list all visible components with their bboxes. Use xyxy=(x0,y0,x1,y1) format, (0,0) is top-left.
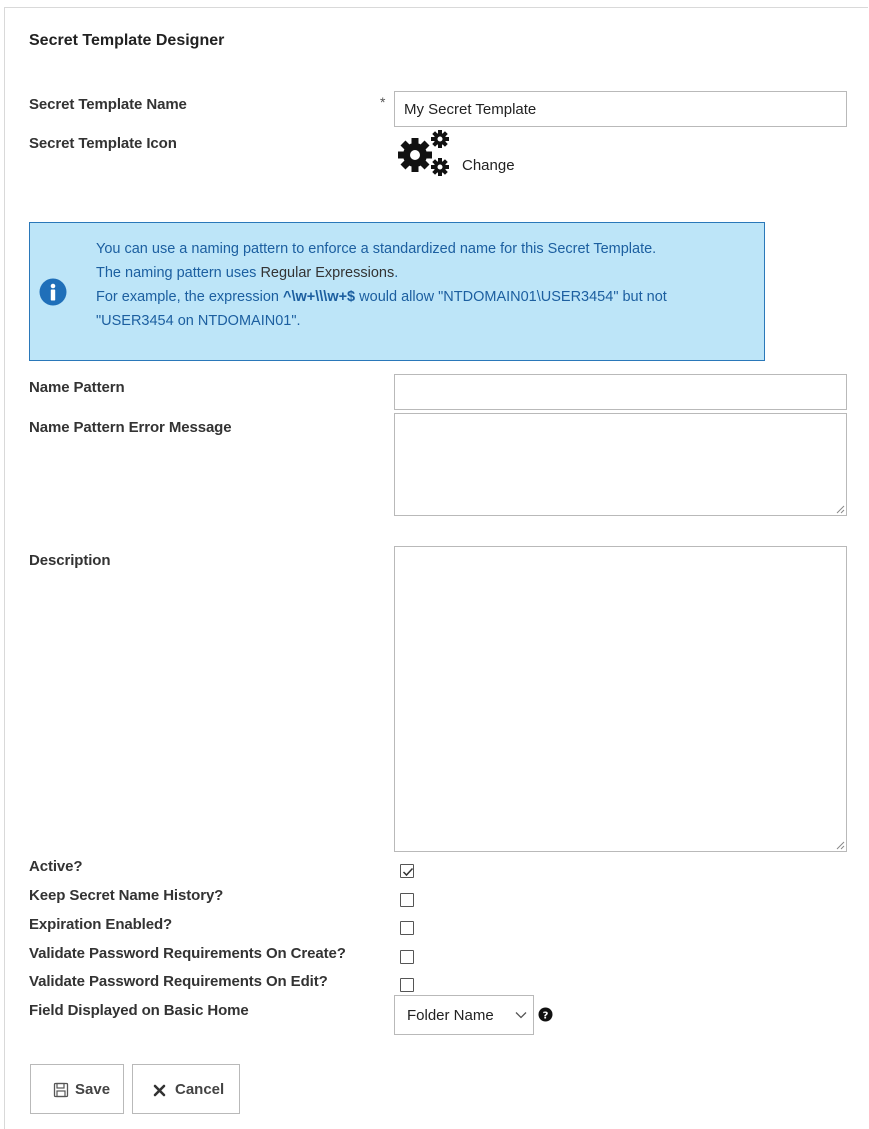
panel-left-border xyxy=(4,7,5,1129)
template-icon-label: Secret Template Icon xyxy=(29,135,177,152)
validate-on-edit-label: Validate Password Requirements On Edit? xyxy=(29,973,328,990)
naming-pattern-info-box: You can use a naming pattern to enforce … xyxy=(29,222,765,361)
info-text: You can use a naming pattern to enforce … xyxy=(96,237,761,333)
basic-home-field-label: Field Displayed on Basic Home xyxy=(29,1002,249,1019)
error-message-textarea[interactable] xyxy=(394,413,847,516)
active-checkbox[interactable] xyxy=(400,864,414,878)
panel-top-border xyxy=(4,7,868,8)
save-button[interactable]: Save xyxy=(30,1064,124,1114)
active-label: Active? xyxy=(29,858,83,875)
chevron-down-icon xyxy=(515,1012,527,1019)
info-line-1: You can use a naming pattern to enforce … xyxy=(96,241,657,257)
basic-home-field-select[interactable]: Folder Name xyxy=(394,995,534,1035)
save-button-label: Save xyxy=(75,1081,111,1098)
change-icon-link[interactable]: Change xyxy=(462,157,515,174)
close-icon xyxy=(153,1084,166,1097)
expiration-enabled-label: Expiration Enabled? xyxy=(29,916,173,933)
regular-expressions-link[interactable]: Regular Expressions xyxy=(260,265,394,281)
page-title: Secret Template Designer xyxy=(29,32,225,49)
info-line-4: "USER3454 on NTDOMAIN01". xyxy=(96,313,301,329)
name-pattern-input[interactable] xyxy=(394,374,847,410)
required-marker: * xyxy=(380,94,386,110)
expiration-enabled-checkbox[interactable] xyxy=(400,921,414,935)
template-name-input[interactable] xyxy=(394,91,847,127)
validate-on-create-label: Validate Password Requirements On Create… xyxy=(29,945,346,962)
validate-on-edit-checkbox[interactable] xyxy=(400,978,414,992)
svg-text:?: ? xyxy=(543,1010,549,1021)
example-expression: ^\w+\\\w+$ xyxy=(282,289,356,305)
floppy-disk-icon xyxy=(53,1082,69,1098)
description-textarea[interactable] xyxy=(394,546,847,852)
description-label: Description xyxy=(29,552,111,569)
validate-on-create-checkbox[interactable] xyxy=(400,950,414,964)
info-line-2: The naming pattern uses Regular Expressi… xyxy=(96,265,399,281)
cancel-button-label: Cancel xyxy=(175,1081,225,1098)
resize-handle-icon[interactable] xyxy=(836,505,845,514)
info-icon xyxy=(39,278,67,306)
template-name-label: Secret Template Name xyxy=(29,96,187,113)
help-icon[interactable]: ? xyxy=(538,1007,553,1022)
keep-name-history-label: Keep Secret Name History? xyxy=(29,887,224,904)
info-line-3: For example, the expression ^\w+\\\w+$ w… xyxy=(96,289,667,305)
name-pattern-label: Name Pattern xyxy=(29,379,125,396)
basic-home-field-selected: Folder Name xyxy=(407,1007,494,1024)
checkmark-icon xyxy=(402,867,414,877)
resize-handle-icon[interactable] xyxy=(836,841,845,850)
cancel-button[interactable]: Cancel xyxy=(132,1064,240,1114)
keep-name-history-checkbox[interactable] xyxy=(400,893,414,907)
gears-icon xyxy=(398,128,454,178)
error-message-label: Name Pattern Error Message xyxy=(29,419,232,436)
